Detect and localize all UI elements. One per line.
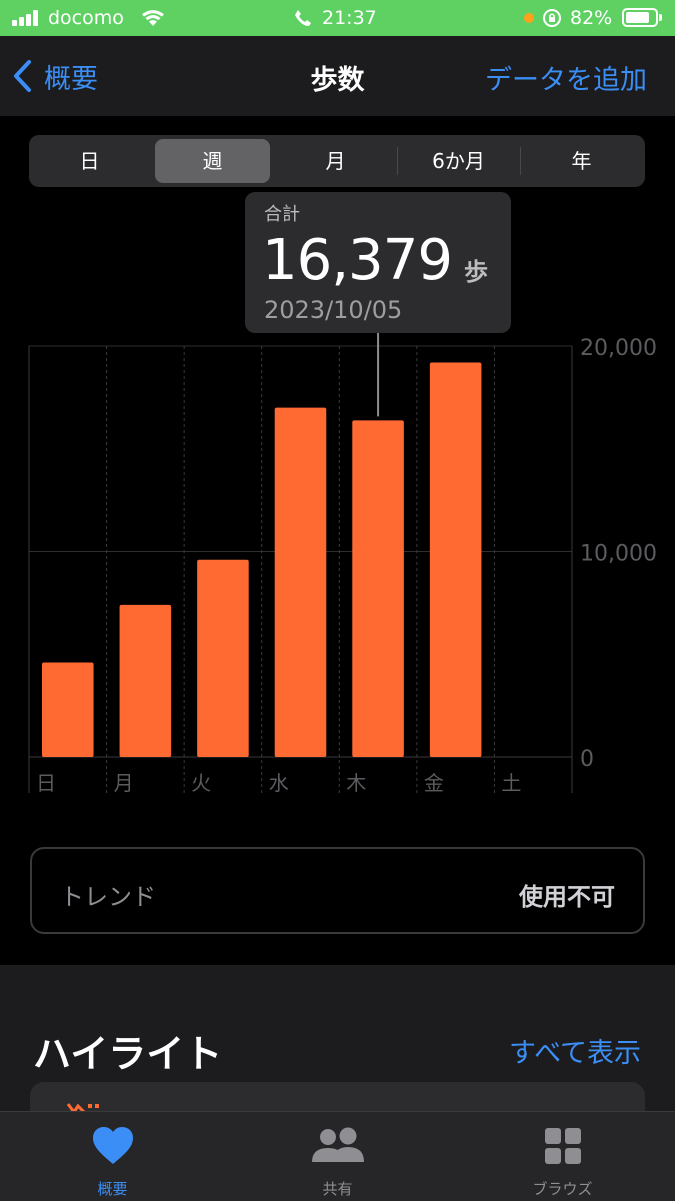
- bar-2[interactable]: [119, 604, 172, 757]
- y-tick-label: 10,000: [580, 542, 657, 567]
- tooltip-label: 合計: [264, 204, 300, 225]
- tab-browse[interactable]: ブラウズ: [450, 1112, 675, 1201]
- x-tick-label: 火: [191, 771, 211, 795]
- grid-icon: [544, 1128, 581, 1164]
- tab-bar: 概要 共有 ブラウズ: [0, 1111, 675, 1201]
- steps-bar-chart[interactable]: 20,000 10,000 0 日 月 火 水 木 金 土: [0, 0, 675, 830]
- tab-label: ブラウズ: [532, 1180, 593, 1198]
- x-tick-label: 金: [424, 771, 444, 795]
- bar-3[interactable]: [197, 559, 249, 757]
- bar-5[interactable]: [352, 420, 404, 757]
- tab-summary[interactable]: 概要: [0, 1112, 225, 1201]
- trend-card[interactable]: トレンド 使用不可: [30, 847, 645, 934]
- tab-label: 共有: [322, 1180, 353, 1198]
- bar-1[interactable]: [42, 662, 94, 757]
- selected-bar-tooltip: 合計 16,379 歩 2023/10/05: [245, 192, 511, 333]
- bar-4[interactable]: [274, 407, 327, 757]
- x-tick-label: 月: [114, 771, 134, 795]
- tooltip-unit: 歩: [464, 258, 488, 286]
- heart-icon: [92, 1127, 133, 1164]
- tooltip-value: 16,379: [262, 228, 453, 293]
- tooltip-date: 2023/10/05: [264, 296, 403, 324]
- x-tick-label: 木: [346, 771, 366, 795]
- x-tick-label: 土: [501, 771, 521, 795]
- tab-label: 概要: [97, 1180, 128, 1198]
- trend-value: 使用不可: [519, 883, 615, 911]
- highlights-title: ハイライト: [33, 1032, 223, 1076]
- y-tick-label: 20,000: [580, 336, 657, 361]
- tab-sharing[interactable]: 共有: [225, 1112, 450, 1201]
- trend-label: トレンド: [60, 883, 156, 911]
- bar-6[interactable]: [429, 362, 482, 757]
- people-icon: [311, 1127, 364, 1162]
- x-tick-label: 水: [269, 771, 289, 795]
- y-tick-label: 0: [580, 747, 594, 772]
- x-tick-label: 日: [36, 771, 56, 795]
- show-all-link[interactable]: すべて表示: [509, 1031, 641, 1070]
